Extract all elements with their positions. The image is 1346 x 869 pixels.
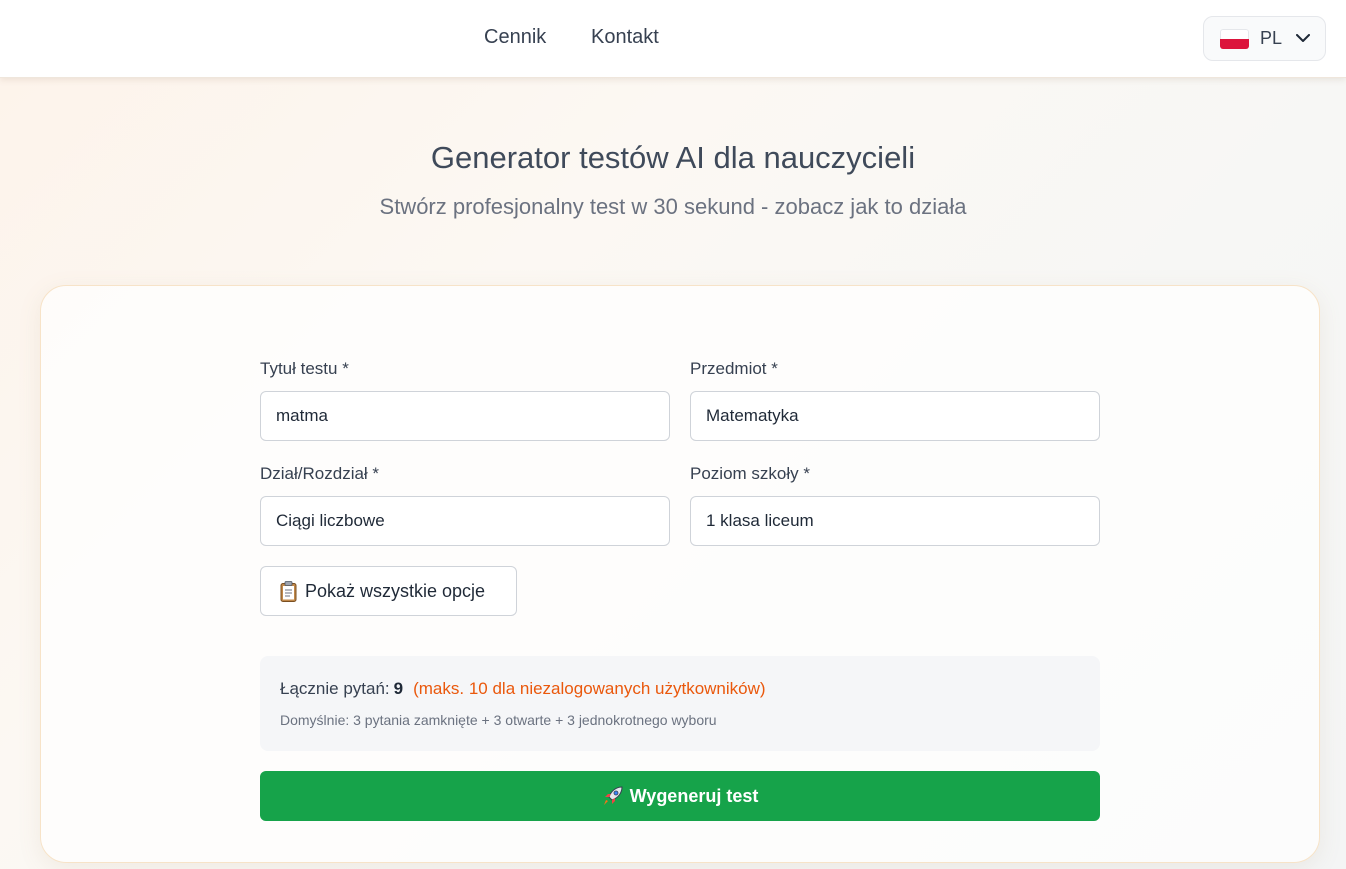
question-total-label: Łącznie pytań:: [280, 679, 390, 698]
default-questions-note: Domyślnie: 3 pytania zamknięte + 3 otwar…: [280, 712, 717, 728]
chevron-down-icon: [1296, 32, 1311, 46]
poland-flag-icon: [1220, 28, 1249, 49]
nav-link-cennik[interactable]: Cennik: [484, 26, 546, 49]
question-summary-box: Łącznie pytań: 9 (maks. 10 dla niezalogowa…: [260, 656, 1100, 751]
question-total-line: Łącznie pytań: 9 (maks. 10 dla niezalogowa…: [280, 679, 766, 699]
subject-input[interactable]: [690, 391, 1100, 441]
clipboard-icon: [280, 580, 297, 602]
show-all-options-label: Pokaż wszystkie opcje: [305, 580, 486, 601]
chapter-input[interactable]: [260, 496, 670, 546]
test-title-input[interactable]: [260, 391, 670, 441]
page-title: Generator testów AI dla nauczycieli: [430, 140, 916, 175]
question-limit-note: (maks. 10 dla niezalogowanych użytkownik…: [413, 679, 766, 698]
page-subtitle: Stwórz profesjonalny test w 30 sekund - …: [379, 194, 967, 219]
generate-test-button[interactable]: Wygeneruj test: [260, 771, 1100, 821]
question-total-count: 9: [393, 679, 404, 698]
top-navbar: Cennik Kontakt PL: [0, 0, 1346, 78]
language-selector[interactable]: PL: [1203, 16, 1326, 61]
test-title-label: Tytuł testu *: [260, 359, 349, 378]
language-code: PL: [1260, 28, 1283, 48]
school-level-input[interactable]: [690, 496, 1100, 546]
school-level-label: Poziom szkoły *: [690, 464, 810, 483]
chapter-label: Dział/Rozdział *: [260, 464, 380, 483]
subject-label: Przedmiot *: [690, 359, 778, 378]
show-all-options-button[interactable]: Pokaż wszystkie opcje: [260, 566, 517, 616]
generate-test-label: Wygeneruj test: [629, 785, 759, 806]
rocket-icon: [602, 785, 624, 807]
nav-link-kontakt[interactable]: Kontakt: [591, 26, 659, 49]
